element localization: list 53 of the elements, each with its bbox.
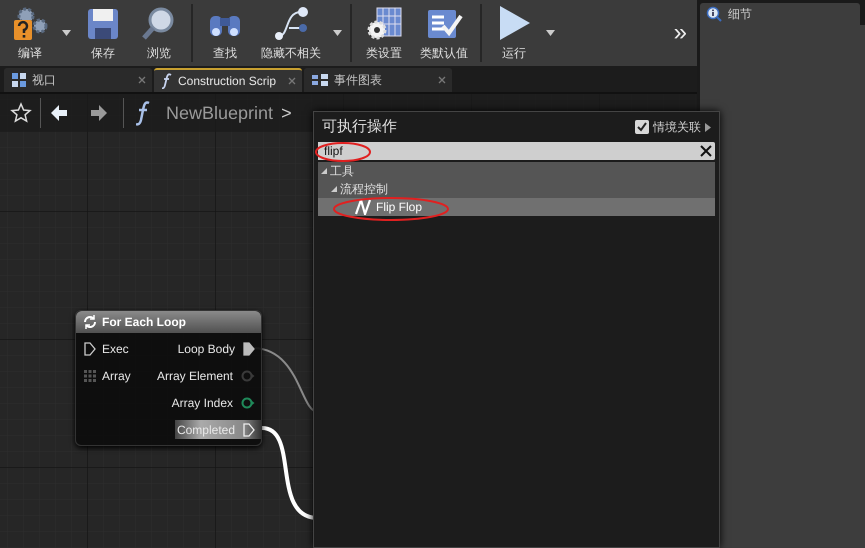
function-icon xyxy=(136,100,152,126)
breadcrumb-text[interactable]: NewBlueprint xyxy=(166,100,274,126)
exec-pin-icon[interactable] xyxy=(84,342,96,356)
caret-icon xyxy=(546,30,555,36)
tree-item[interactable]: 工具 xyxy=(318,162,715,180)
close-icon[interactable] xyxy=(138,76,146,84)
checkbox[interactable] xyxy=(635,120,649,134)
triangle-right-icon[interactable] xyxy=(705,122,711,132)
graph-blocks-icon xyxy=(312,74,328,86)
tree-item[interactable]: Flip Flop xyxy=(318,198,715,216)
gear-grid-icon xyxy=(365,6,403,42)
editor-tab[interactable]: Construction Scrip xyxy=(154,68,302,92)
pin-label: Array xyxy=(102,368,131,384)
close-icon[interactable] xyxy=(438,76,446,84)
editor-tab[interactable]: 事件图表 xyxy=(304,68,452,92)
breadcrumb-separator: > xyxy=(281,102,292,124)
forward-arrow-icon[interactable] xyxy=(89,103,109,123)
toolbar-button[interactable]: 运行 xyxy=(486,0,542,66)
close-icon[interactable] xyxy=(288,77,296,85)
exec-pin-icon[interactable] xyxy=(243,342,255,356)
toolbar-button[interactable]: 隐藏不相关 xyxy=(253,0,329,66)
data-pin-icon[interactable] xyxy=(241,396,255,408)
expanded-triangle-icon[interactable] xyxy=(330,185,338,193)
annotation-ellipse xyxy=(314,140,374,164)
pin-label: Array Element xyxy=(156,368,234,384)
menu-title: 可执行操作 xyxy=(322,116,397,137)
toolbar-button[interactable]: 编译 xyxy=(2,0,58,66)
info-magnifier-icon xyxy=(706,6,722,22)
overflow-button[interactable]: » xyxy=(666,0,695,66)
clear-icon[interactable] xyxy=(699,144,713,158)
editor-tab[interactable]: 视口 xyxy=(4,68,152,92)
back-arrow-icon[interactable] xyxy=(49,103,69,123)
array-pin-icon[interactable] xyxy=(84,370,96,382)
checkbox-label[interactable]: 情境关联 xyxy=(653,118,701,136)
toolbar-button[interactable]: 类默认值 xyxy=(412,0,476,66)
star-icon[interactable] xyxy=(10,102,32,124)
caret-icon xyxy=(333,30,342,36)
toolbar-button[interactable]: 查找 xyxy=(197,0,253,66)
toolbar-button[interactable]: 浏览 xyxy=(131,0,187,66)
pin-label: Loop Body xyxy=(176,340,236,358)
pin-label: Array Index xyxy=(170,394,234,412)
function-icon xyxy=(162,73,172,89)
window-grid-icon xyxy=(12,73,26,87)
pin-label: Exec xyxy=(102,340,129,358)
node-title: For Each Loop xyxy=(102,314,186,331)
details-tab[interactable]: 细节 xyxy=(700,3,860,25)
toolbar-button[interactable]: 保存 xyxy=(75,0,131,66)
tree-item[interactable]: 流程控制 xyxy=(318,180,715,198)
flip-flop-icon xyxy=(354,199,372,215)
toolbar-button[interactable]: 类设置 xyxy=(356,0,412,66)
loop-arrows-icon xyxy=(82,314,98,330)
caret-icon xyxy=(62,30,71,36)
expanded-triangle-icon[interactable] xyxy=(320,167,328,175)
